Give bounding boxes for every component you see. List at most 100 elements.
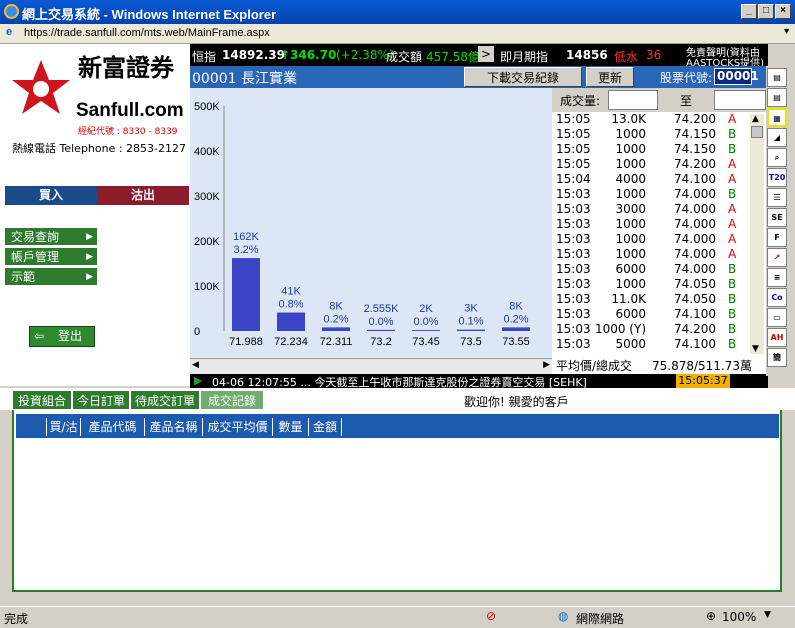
zoom-icon[interactable]: ⊕ (706, 609, 716, 623)
logout-button[interactable]: ⇦ 登出 (29, 326, 95, 347)
bar-pct-label: 0.1% (458, 316, 483, 328)
trade-row: 15:05 1000 74.200 A (556, 157, 750, 172)
summary-value: 75.878/511.73萬 (652, 359, 753, 373)
menu-item-account[interactable]: 帳戶管理 ▶ (5, 248, 97, 266)
brand-name-en: Sanfull.com (76, 100, 184, 121)
news-text[interactable]: 04-06 12:07:55 ... 今天截至上午收市那斯達克股份之證券賣空交易… (212, 374, 587, 388)
bar (457, 329, 485, 331)
chart-icon[interactable]: ◢ (767, 128, 787, 147)
zoom-dropdown-icon[interactable]: ▼ (764, 610, 771, 620)
download-trades-button[interactable]: 下載交易紀錄 (464, 67, 582, 87)
sanfull-logo-icon (12, 60, 70, 114)
ie-icon (4, 4, 19, 19)
zoom-level[interactable]: 100% (722, 610, 756, 624)
maximize-button[interactable]: □ (758, 4, 774, 19)
address-dropdown-icon[interactable]: ▼ (782, 26, 791, 36)
address-url: https://trade.sanfull.com/mts.web/MainFr… (24, 27, 270, 39)
magnifier-icon[interactable]: ⌕ (767, 148, 787, 167)
tab-portfolio[interactable]: 投資組合 (12, 390, 72, 410)
trade-row: 15:04 4000 74.100 A (556, 172, 750, 187)
top20-icon[interactable]: T20 (767, 168, 787, 187)
trade-time: 15:03 (556, 277, 591, 291)
trade-row: 15:03 1000 74.000 A (556, 217, 750, 232)
trade-time: 15:03 (556, 202, 591, 216)
trade-price: 74.000 (674, 187, 716, 201)
chevron-right-icon: ▶ (86, 252, 93, 262)
futures-label: 即月期指 (500, 50, 549, 64)
co-icon[interactable]: Co (767, 288, 787, 307)
trade-price: 74.000 (674, 232, 716, 246)
y-tick-label: 300K (194, 191, 220, 203)
simplified-icon[interactable]: 簡 (767, 348, 787, 367)
flag-icon[interactable]: ▤ (767, 68, 787, 87)
address-bar[interactable]: e https://trade.sanfull.com/mts.web/Main… (0, 24, 795, 44)
volume-to-input[interactable] (714, 90, 766, 110)
x-tick-label: 73.5 (460, 336, 481, 348)
folder-icon[interactable]: ▭ (767, 308, 787, 327)
trade-vertical-scrollbar[interactable]: ▲ ▼ (750, 114, 764, 354)
f-icon[interactable]: F (767, 228, 787, 247)
y-tick-label: 100K (194, 281, 220, 293)
doc-icon[interactable]: ≡ (767, 268, 787, 287)
trade-price: 74.200 (674, 112, 716, 126)
menu-item-trade-enquiry[interactable]: 交易查詢 ▶ (5, 228, 97, 246)
list-icon[interactable]: ☰ (767, 188, 787, 207)
menu-item-demo[interactable]: 示範 ▶ (5, 268, 97, 286)
trade-row: 15:03 1000 74.050 B (556, 277, 750, 292)
tab-executed-trades[interactable]: 成交記錄 (200, 390, 264, 410)
trade-volume: 13.0K (611, 112, 646, 126)
chart-horizontal-scrollbar[interactable]: ◀ ▶ (190, 358, 552, 374)
buy-button[interactable]: 買入 (5, 186, 97, 205)
news-clock: 15:05:37 (676, 374, 730, 388)
blocked-icon[interactable]: ⊘ (486, 609, 496, 623)
tab-today-orders[interactable]: 今日訂單 (72, 390, 130, 410)
tab-pending-orders[interactable]: 待成交訂單 (130, 390, 200, 410)
minimize-button[interactable]: _ (741, 4, 757, 19)
bar-pct-label: 0.0% (413, 316, 438, 328)
trade-time: 15:03 (556, 337, 591, 351)
ticker-next-button[interactable]: > (478, 46, 494, 62)
scroll-up-icon[interactable]: ▲ (752, 114, 759, 124)
flag-icon[interactable]: ▤ (767, 88, 787, 107)
trade-side: A (728, 172, 737, 186)
brand-name-zh: 新富證券 (78, 53, 174, 82)
refresh-button[interactable]: 更新 (586, 67, 634, 87)
ah-icon[interactable]: AH (767, 328, 787, 347)
sell-button[interactable]: 沽出 (97, 186, 189, 205)
col-quantity: 數量 (272, 418, 308, 436)
stock-code-input[interactable]: 00001 (714, 68, 759, 85)
trade-price: 74.000 (674, 247, 716, 261)
trade-price: 74.000 (674, 262, 716, 276)
bar-pct-label: 0.2% (323, 313, 348, 325)
scroll-left-icon[interactable]: ◀ (192, 360, 199, 370)
scroll-right-icon[interactable]: ▶ (543, 360, 550, 370)
trade-side: B (728, 322, 737, 336)
scroll-thumb[interactable] (751, 126, 763, 138)
close-button[interactable]: × (775, 4, 791, 19)
up-arrow-icon: ↑ (280, 48, 291, 62)
trade-volume: 1000 (615, 232, 646, 246)
license-text: 經紀代號 : 8330 - 8339 (78, 127, 178, 137)
futures-value: 14856 (566, 48, 608, 62)
logout-icon: ⇦ (34, 329, 45, 343)
logout-label: 登出 (58, 329, 83, 343)
col-amount: 金額 (308, 418, 342, 436)
grid-icon[interactable]: ▦ (767, 108, 787, 127)
security-zone: 網際網路 (576, 612, 625, 626)
trade-time: 15:03 (556, 187, 591, 201)
news-play-icon[interactable]: ▶ (194, 374, 202, 387)
sehk-icon[interactable]: SE (767, 208, 787, 227)
scroll-down-icon[interactable]: ▼ (752, 344, 759, 354)
volume-from-input[interactable] (608, 90, 658, 110)
menu-label: 帳戶管理 (11, 250, 60, 264)
bar-value-label: 41K (281, 286, 301, 298)
trend-icon[interactable]: ↗ (767, 248, 787, 267)
chevron-right-icon: ▶ (86, 272, 93, 282)
trade-volume: 3000 (615, 202, 646, 216)
chevron-right-icon: ▶ (86, 232, 93, 242)
x-tick-label: 72.234 (274, 336, 308, 348)
x-tick-label: 73.55 (502, 336, 530, 348)
trade-side: A (728, 157, 737, 171)
x-tick-label: 72.311 (320, 336, 353, 348)
trade-side: B (728, 262, 737, 276)
